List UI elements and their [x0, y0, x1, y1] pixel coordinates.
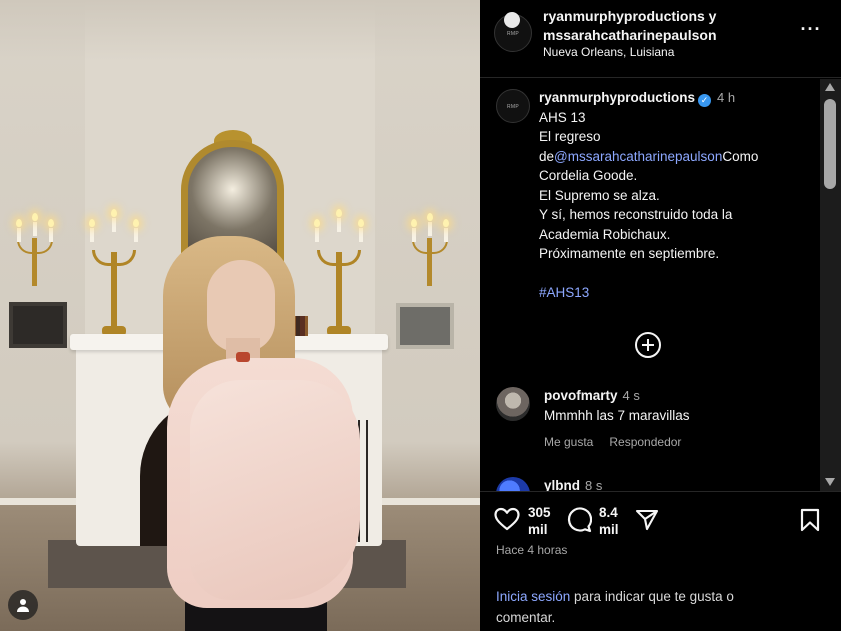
like-button[interactable] [494, 507, 520, 536]
hashtag-link[interactable]: #AHS13 [539, 285, 589, 300]
caption-line: AHS 13 [539, 109, 586, 125]
post-location[interactable]: Nueva Orleans, Luisiana [543, 45, 674, 59]
heart-icon [494, 507, 520, 531]
comments-unit: mil [599, 522, 619, 537]
avatar-logo: RMP [506, 31, 519, 37]
caption-username[interactable]: ryanmurphyproductions [539, 90, 695, 105]
caption-line: Academia Robichaux. [539, 226, 671, 242]
post-actions: 305 mil 8.4 mil Hace 4 horas Inicia sesi… [480, 491, 841, 631]
caption-line: Y sí, hemos reconstruido toda la [539, 207, 733, 222]
login-link[interactable]: Inicia sesión [496, 589, 570, 604]
caption-line: Cordelia Goode. [539, 168, 638, 183]
caption-avatar[interactable]: RMP [496, 89, 530, 123]
comment-icon [567, 507, 593, 533]
caption-text: de [539, 148, 555, 164]
candelabra-left [88, 209, 140, 336]
comment-username[interactable]: ylbnd [544, 478, 580, 491]
caption-time[interactable]: 4 h [717, 90, 735, 105]
person-bow [236, 352, 250, 362]
avatar-logo: RMP [506, 104, 519, 110]
caption-line: El Supremo se alza. [539, 187, 660, 203]
reply-comment-button[interactable]: Respondedor [609, 435, 681, 449]
caption-text: Como [722, 148, 759, 164]
comment-item: povofmarty 4 s Mmmhh las 7 maravillas Me … [496, 387, 816, 457]
bookmark-icon [800, 508, 820, 532]
comment-username[interactable]: povofmarty [544, 388, 618, 403]
login-prompt: Inicia sesión para indicar que te gusta … [496, 586, 796, 628]
candelabra-right [313, 209, 365, 336]
ceiling-shade [0, 0, 480, 60]
framed-photo-right [396, 303, 454, 349]
mention-link[interactable]: @mssarahcatharinepaulson [554, 149, 722, 164]
wall-sconce-left [13, 213, 57, 288]
comment-avatar[interactable] [496, 477, 530, 491]
save-button[interactable] [800, 508, 820, 537]
post-timestamp[interactable]: Hace 4 horas [496, 543, 567, 557]
caption-line: Próximamente en septiembre. [539, 246, 720, 261]
comment-text: Mmmhh las 7 maravillas [544, 408, 690, 423]
paper-plane-icon [635, 509, 659, 531]
likes-unit: mil [528, 522, 548, 537]
tagged-users-button[interactable] [8, 590, 38, 620]
likes-count[interactable]: 305 [528, 504, 551, 521]
caption-line: El regreso [539, 129, 601, 144]
scroll-down-arrow-icon[interactable] [825, 478, 835, 486]
post-caption: ryanmurphyproductions ✓ 4 h AHS 13 El regr… [539, 88, 814, 302]
comments-scrollbar[interactable] [820, 79, 841, 491]
post-details-panel: RMP ryanmurphyproductions y mssarahcatha… [480, 0, 841, 631]
comment-item: ylbnd 8 s [496, 477, 816, 491]
wall-sconce-right [408, 213, 452, 288]
comments-count[interactable]: 8.4 [599, 504, 619, 521]
comment-button[interactable] [566, 507, 593, 538]
comments-scroll-area[interactable]: RMP ryanmurphyproductions ✓ 4 h AHS 13 El … [480, 79, 820, 491]
comment-avatar[interactable] [496, 387, 530, 421]
scroll-up-arrow-icon[interactable] [825, 83, 835, 91]
comment-time[interactable]: 8 s [585, 478, 602, 491]
more-horizontal-icon: ··· [800, 19, 822, 39]
more-options-button[interactable]: ··· [800, 19, 822, 42]
post-header: RMP ryanmurphyproductions y mssarahcatha… [480, 0, 841, 78]
share-button[interactable] [635, 508, 659, 537]
comment-time[interactable]: 4 s [623, 388, 640, 403]
framed-photo-left [9, 302, 67, 348]
person-sleeve [190, 380, 360, 600]
user-icon [17, 599, 29, 612]
collab-avatar[interactable] [504, 12, 520, 28]
post-authors[interactable]: ryanmurphyproductions y mssarahcatharine… [543, 7, 783, 45]
scrollbar-thumb[interactable] [824, 99, 836, 189]
like-comment-button[interactable]: Me gusta [544, 435, 593, 449]
post-photo[interactable] [0, 0, 480, 631]
verified-badge-icon: ✓ [698, 94, 712, 107]
load-more-comments-button[interactable] [635, 332, 661, 358]
